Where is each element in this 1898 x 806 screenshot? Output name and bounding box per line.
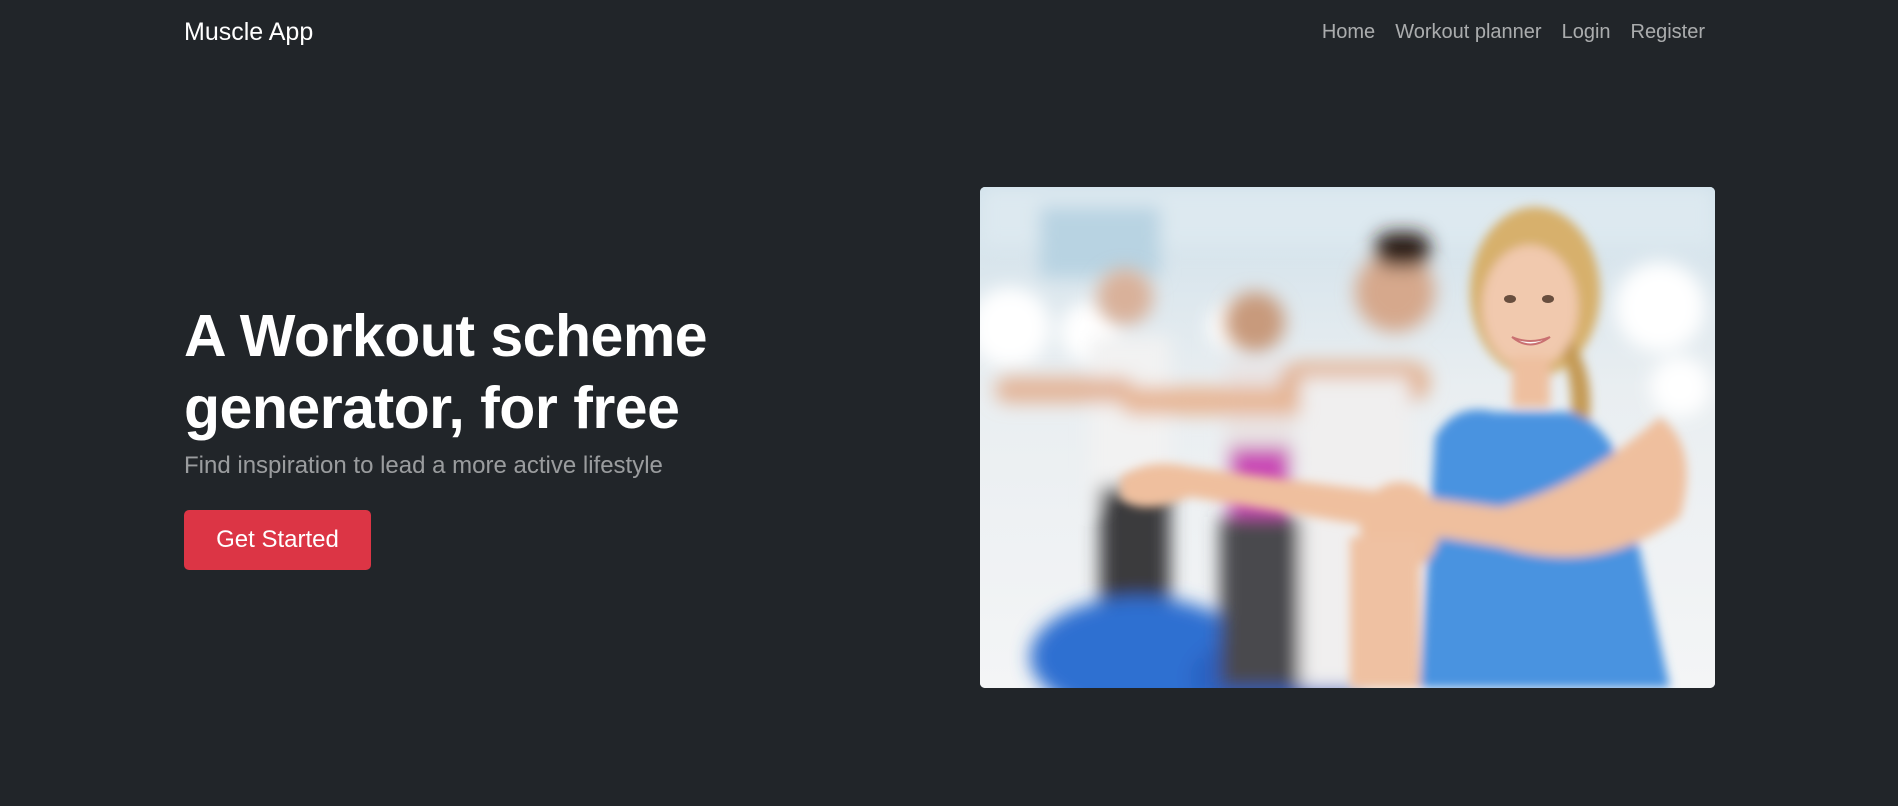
hero-section: A Workout scheme generator, for free Fin… <box>184 300 824 570</box>
navbar: Muscle App Home Workout planner Login Re… <box>0 0 1898 66</box>
get-started-button[interactable]: Get Started <box>184 510 371 570</box>
nav-links: Home Workout planner Login Register <box>1322 21 1705 44</box>
nav-link-login[interactable]: Login <box>1562 21 1611 44</box>
nav-link-workout-planner[interactable]: Workout planner <box>1395 21 1541 44</box>
hero-image <box>980 187 1715 688</box>
hero-title-line2: generator, for free <box>184 375 680 441</box>
nav-link-home[interactable]: Home <box>1322 21 1375 44</box>
hero-title: A Workout scheme generator, for free <box>184 300 824 444</box>
nav-link-register[interactable]: Register <box>1631 21 1705 44</box>
hero-subtitle: Find inspiration to lead a more active l… <box>184 452 663 479</box>
hero-title-line1: A Workout scheme <box>184 303 708 369</box>
brand-logo[interactable]: Muscle App <box>184 18 313 47</box>
fitness-class-photo <box>980 187 1715 688</box>
